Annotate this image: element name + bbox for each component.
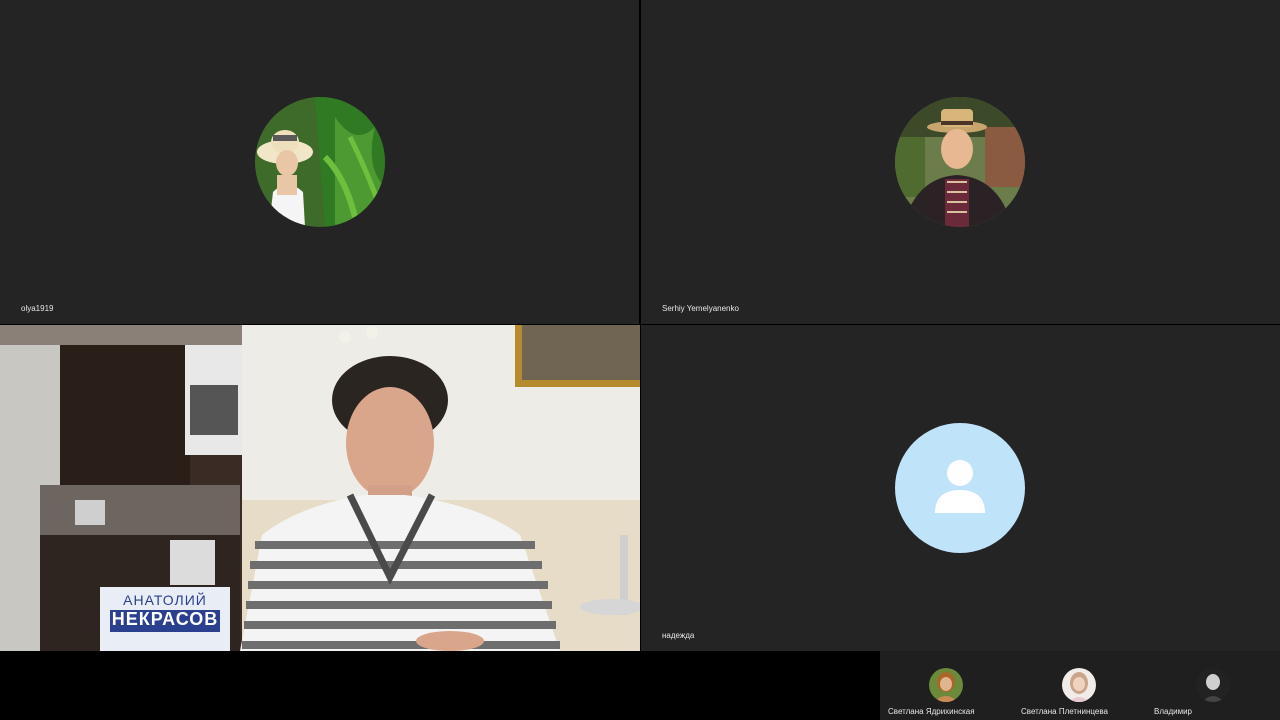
participant-tile-nadezhda[interactable]: надежда <box>641 325 1280 651</box>
strip-tile-pletnintseva[interactable]: Светлана Плетнинцева <box>1013 651 1146 720</box>
book-cover: АНАТОЛИЙ НЕКРАСОВ <box>100 588 230 651</box>
participant-avatar <box>1196 668 1230 702</box>
participant-tile-serhiy[interactable]: Serhiy Yemelyanenko <box>641 0 1280 324</box>
strip-tile-yadrikhinskaya[interactable]: Светлана Ядрихинская <box>880 651 1013 720</box>
participant-name-label: надежда <box>662 631 695 640</box>
participant-name-label: Светлана Плетнинцева <box>1021 707 1108 716</box>
book-author: АНАТОЛИЙ <box>123 592 207 608</box>
participant-name-label: olya1919 <box>21 304 54 313</box>
book-title: НЕКРАСОВ <box>111 609 219 629</box>
participant-name-label: Светлана Ядрихинская <box>888 707 975 716</box>
participant-name-label: Владимир <box>1154 707 1193 716</box>
participant-avatar <box>1062 668 1096 702</box>
participant-tile-olya1919[interactable]: olya1919 <box>0 0 639 324</box>
participant-tile-video[interactable]: АНАТОЛИЙ НЕКРАСОВ <box>0 325 640 651</box>
live-video-speaker <box>0 325 640 651</box>
participant-avatar <box>929 668 963 702</box>
participant-name-label: Serhiy Yemelyanenko <box>662 304 739 313</box>
participant-avatar <box>255 97 385 227</box>
strip-tile-vladimir[interactable]: Владимир <box>1146 651 1280 720</box>
participant-avatar <box>895 97 1025 227</box>
default-user-icon <box>895 423 1025 553</box>
